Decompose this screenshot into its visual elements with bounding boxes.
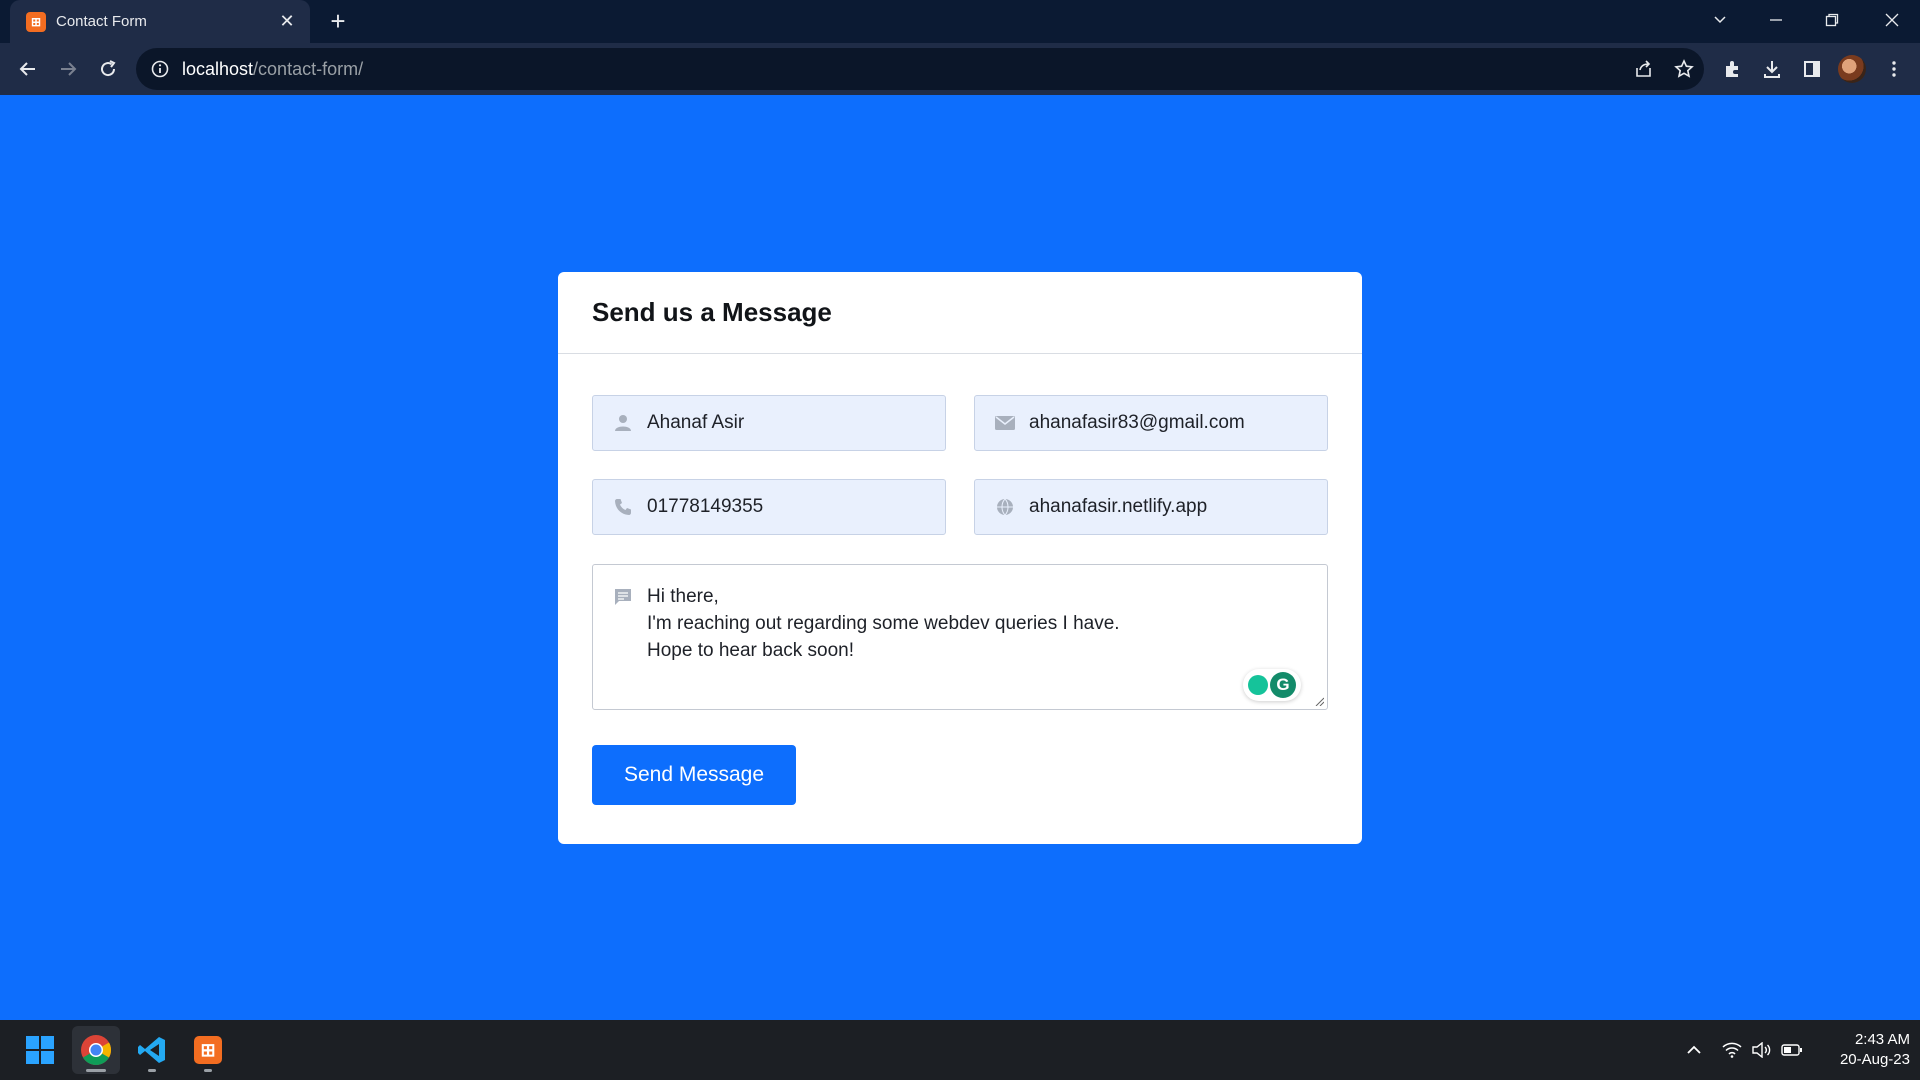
chevron-up-icon[interactable]	[1680, 1020, 1708, 1080]
wifi-icon[interactable]	[1718, 1020, 1746, 1080]
reload-icon[interactable]	[90, 51, 126, 87]
close-tab-icon[interactable]: ✕	[276, 11, 298, 32]
envelope-icon	[995, 413, 1015, 433]
phone-field[interactable]: 01778149355	[592, 479, 946, 535]
new-tab-button[interactable]: +	[322, 6, 354, 38]
clock-time: 2:43 AM	[1854, 1031, 1910, 1048]
phone-icon	[613, 497, 633, 517]
back-icon[interactable]	[10, 51, 46, 87]
message-text: Hi there, I'm reaching out regarding som…	[647, 583, 1120, 709]
name-field[interactable]: Ahanaf Asir	[592, 395, 946, 451]
lightbulb-icon[interactable]	[1248, 675, 1268, 695]
message-icon	[615, 589, 631, 605]
restore-button[interactable]	[1804, 0, 1860, 40]
tab-strip: ⊞ Contact Form ✕ +	[0, 0, 1920, 43]
url-path: /contact-form/	[253, 58, 364, 79]
tab-contact-form[interactable]: ⊞ Contact Form ✕	[10, 0, 310, 43]
windows-start-icon[interactable]	[16, 1026, 64, 1074]
active-indicator	[86, 1069, 106, 1072]
phone-value: 01778149355	[647, 496, 764, 517]
battery-icon[interactable]	[1778, 1020, 1806, 1080]
resize-handle-icon[interactable]	[1314, 696, 1324, 706]
grammarly-icon[interactable]: G	[1270, 672, 1296, 698]
download-icon[interactable]	[1754, 51, 1790, 87]
tab-search-icon[interactable]	[1692, 0, 1748, 40]
chrome-icon[interactable]	[72, 1026, 120, 1074]
user-icon	[613, 413, 633, 433]
forward-icon[interactable]	[50, 51, 86, 87]
minimize-button[interactable]	[1748, 0, 1804, 40]
avatar[interactable]	[1838, 55, 1866, 83]
card-header: Send us a Message	[558, 272, 1362, 354]
bookmark-star-icon[interactable]	[1664, 48, 1704, 90]
xampp-logo: ⊞	[194, 1036, 222, 1064]
page-title: Send us a Message	[592, 297, 832, 327]
url-host: localhost	[182, 58, 254, 79]
grammarly-widget[interactable]: G	[1243, 669, 1301, 701]
menu-icon[interactable]	[1876, 51, 1912, 87]
send-message-button[interactable]: Send Message	[592, 745, 796, 805]
open-indicator	[148, 1069, 156, 1072]
message-line: I'm reaching out regarding some webdev q…	[647, 613, 1120, 634]
xampp-favicon-icon: ⊞	[26, 11, 46, 32]
close-window-button[interactable]	[1864, 0, 1920, 40]
taskbar: ⊞ 2:43 AM 20-Aug-23	[0, 1020, 1920, 1080]
vscode-icon[interactable]	[128, 1026, 176, 1074]
extensions-icon[interactable]	[1714, 51, 1750, 87]
url-text: localhost/contact-form/	[182, 59, 363, 80]
globe-icon	[995, 497, 1015, 517]
tab-title: Contact Form	[56, 13, 147, 30]
side-panel-icon[interactable]	[1794, 51, 1830, 87]
browser-toolbar: localhost/contact-form/	[0, 43, 1920, 95]
email-field[interactable]: ahanafasir83@gmail.com	[974, 395, 1328, 451]
message-textarea[interactable]: Hi there, I'm reaching out regarding som…	[592, 564, 1328, 710]
address-bar[interactable]: localhost/contact-form/	[136, 48, 1704, 90]
website-field[interactable]: ahanafasir.netlify.app	[974, 479, 1328, 535]
volume-icon[interactable]	[1748, 1020, 1776, 1080]
message-line: Hi there,	[647, 586, 719, 607]
system-clock[interactable]: 2:43 AM 20-Aug-23	[1810, 1030, 1910, 1070]
info-icon[interactable]	[150, 59, 170, 79]
website-value: ahanafasir.netlify.app	[1029, 496, 1208, 517]
message-line: Hope to hear back soon!	[647, 640, 855, 661]
xampp-icon[interactable]: ⊞	[184, 1026, 232, 1074]
email-value: ahanafasir83@gmail.com	[1029, 412, 1245, 433]
share-icon[interactable]	[1624, 48, 1664, 90]
open-indicator	[204, 1069, 212, 1072]
clock-date: 20-Aug-23	[1839, 1051, 1910, 1068]
contact-form-card: Send us a Message Ahanaf Asir ahanafasir…	[558, 272, 1362, 844]
name-value: Ahanaf Asir	[647, 412, 745, 433]
